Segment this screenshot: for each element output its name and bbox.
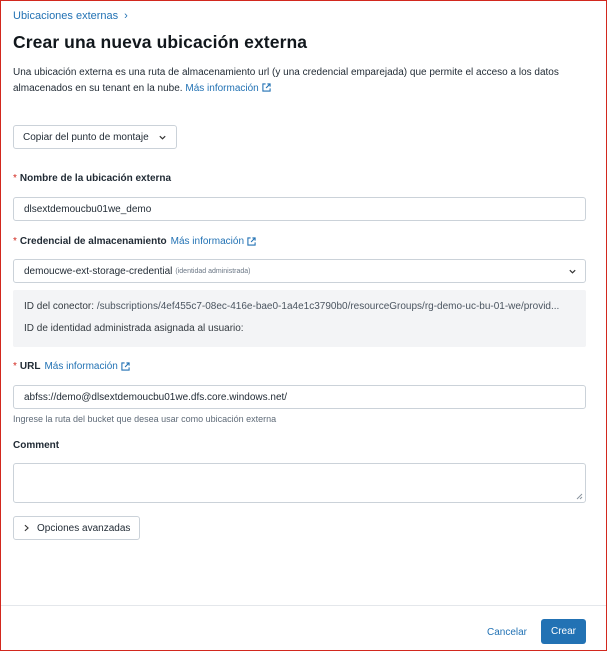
connector-id-value: /subscriptions/4ef455c7-08ec-416e-bae0-1… bbox=[96, 301, 560, 312]
footer-divider bbox=[1, 605, 606, 606]
name-label-text: Nombre de la ubicación externa bbox=[19, 173, 172, 184]
comment-textarea[interactable] bbox=[13, 463, 586, 503]
url-input-value: abfss://demo@dlsextdemoucbu01we.dfs.core… bbox=[24, 391, 288, 403]
credential-label-text: Credencial de almacenamiento bbox=[19, 236, 167, 247]
external-link-icon bbox=[247, 237, 256, 246]
required-marker: * bbox=[13, 173, 17, 184]
breadcrumb-link-external-locations[interactable]: Ubicaciones externas bbox=[13, 10, 118, 22]
copy-from-mount-point-dropdown[interactable]: Copiar del punto de montaje bbox=[13, 125, 177, 149]
url-field-label: * URL Más información bbox=[13, 361, 130, 372]
managed-identity-row: ID de identidad administrada asignada al… bbox=[24, 318, 575, 340]
url-hint: Ingrese la ruta del bucket que desea usa… bbox=[13, 414, 277, 424]
credential-type-note: (identidad administrada) bbox=[175, 267, 251, 275]
name-field-label: * Nombre de la ubicación externa bbox=[13, 173, 171, 184]
storage-credential-select[interactable]: demoucwe-ext-storage-credential (identid… bbox=[13, 259, 586, 283]
credential-info-panel: ID del conector: /subscriptions/4ef455c7… bbox=[13, 290, 586, 347]
page-title: Crear una nueva ubicación externa bbox=[13, 32, 308, 52]
connector-id-row: ID del conector: /subscriptions/4ef455c7… bbox=[24, 296, 575, 318]
comment-field-label: Comment bbox=[13, 440, 59, 451]
mount-dropdown-label: Copiar del punto de montaje bbox=[23, 131, 149, 143]
advanced-options-label: Opciones avanzadas bbox=[37, 522, 131, 534]
url-label-text: URL bbox=[19, 361, 41, 372]
chevron-down-icon bbox=[159, 135, 166, 140]
page-description: Una ubicación externa es una ruta de alm… bbox=[13, 65, 587, 97]
credential-field-label: * Credencial de almacenamiento Más infor… bbox=[13, 236, 256, 247]
advanced-options-button[interactable]: Opciones avanzadas bbox=[13, 516, 140, 540]
connector-id-label: ID del conector: bbox=[24, 301, 95, 312]
external-link-icon bbox=[121, 362, 130, 371]
external-link-icon bbox=[262, 83, 271, 92]
page-content: Ubicaciones externas › Crear una nueva u… bbox=[13, 9, 587, 540]
name-input-value: dlsextdemoucbu01we_demo bbox=[24, 203, 152, 215]
breadcrumb: Ubicaciones externas › bbox=[13, 9, 587, 23]
chevron-right-icon bbox=[24, 524, 29, 532]
chevron-right-icon: › bbox=[124, 10, 128, 22]
cancel-button[interactable]: Cancelar bbox=[479, 620, 535, 644]
credential-select-value: demoucwe-ext-storage-credential bbox=[24, 265, 173, 277]
managed-identity-label: ID de identidad administrada asignada al… bbox=[24, 323, 244, 334]
external-location-name-input[interactable]: dlsextdemoucbu01we_demo bbox=[13, 197, 586, 221]
required-marker: * bbox=[13, 361, 17, 372]
learn-more-link[interactable]: Más información bbox=[185, 83, 271, 94]
create-button[interactable]: Crear bbox=[541, 619, 586, 644]
description-text: Una ubicación externa es una ruta de alm… bbox=[13, 67, 559, 94]
url-learn-more-link[interactable]: Más información bbox=[44, 361, 130, 372]
resize-handle-icon[interactable] bbox=[575, 492, 583, 500]
chevron-down-icon bbox=[569, 269, 576, 274]
credential-learn-more-link[interactable]: Más información bbox=[171, 236, 256, 247]
comment-label-text: Comment bbox=[13, 440, 60, 451]
required-marker: * bbox=[13, 236, 17, 247]
url-input[interactable]: abfss://demo@dlsextdemoucbu01we.dfs.core… bbox=[13, 385, 586, 409]
dialog-frame: Ubicaciones externas › Crear una nueva u… bbox=[0, 0, 607, 651]
